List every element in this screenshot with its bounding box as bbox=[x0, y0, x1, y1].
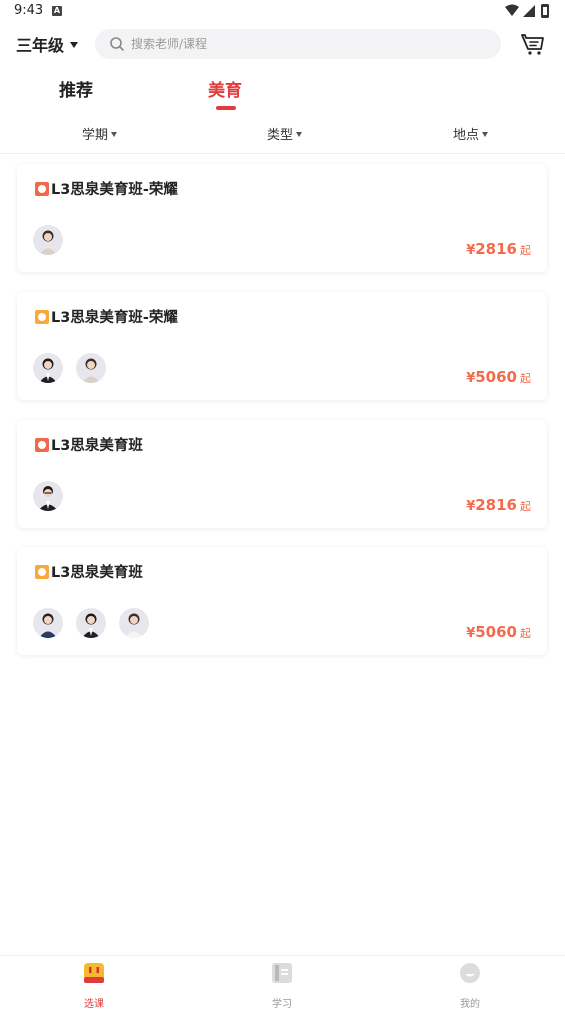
nav-study[interactable]: 学习 bbox=[252, 962, 312, 1010]
price-symbol: ¥ bbox=[466, 243, 476, 258]
study-icon bbox=[272, 963, 292, 983]
notification-icon: A bbox=[52, 6, 62, 16]
price-suffix: 起 bbox=[520, 372, 531, 385]
course-title: L3思泉美育班-荣耀 bbox=[35, 178, 178, 199]
caret-down-icon bbox=[111, 132, 118, 137]
top-bar: 三年级 bbox=[0, 26, 565, 62]
filter-location-label: 地点 bbox=[453, 128, 480, 143]
price-value: 5060 bbox=[475, 368, 517, 386]
price-suffix: 起 bbox=[520, 500, 531, 513]
filter-term-label: 学期 bbox=[82, 128, 109, 143]
teacher-avatars bbox=[33, 353, 119, 385]
price-suffix: 起 bbox=[520, 627, 531, 640]
teacher-avatar bbox=[33, 481, 63, 511]
filter-type-label: 类型 bbox=[267, 128, 294, 143]
class-badge-icon bbox=[35, 438, 49, 452]
course-price: ¥5060 起 bbox=[466, 367, 531, 386]
teacher-avatar bbox=[33, 225, 63, 255]
course-title: L3思泉美育班 bbox=[35, 434, 143, 455]
nav-label: 学习 bbox=[272, 999, 292, 1010]
filter-bar: 学期 类型 地点 bbox=[0, 118, 565, 148]
course-card[interactable]: L3思泉美育班 ¥2816 起 bbox=[17, 420, 547, 528]
class-badge-icon bbox=[35, 565, 49, 579]
teacher-avatars bbox=[33, 225, 76, 257]
cart-icon[interactable] bbox=[519, 30, 547, 58]
status-icons bbox=[505, 4, 549, 18]
grade-selector[interactable]: 三年级 bbox=[16, 32, 79, 56]
price-value: 2816 bbox=[475, 496, 517, 514]
divider bbox=[0, 153, 565, 154]
price-symbol: ¥ bbox=[466, 626, 476, 641]
tab-recommend[interactable]: 推荐 bbox=[59, 76, 93, 101]
status-bar: 9:43 A bbox=[0, 0, 565, 24]
filter-type[interactable]: 类型 bbox=[267, 124, 303, 143]
course-title-text: L3思泉美育班-荣耀 bbox=[51, 310, 178, 326]
category-tabs: 推荐 美育 bbox=[0, 70, 565, 114]
search-input[interactable] bbox=[131, 29, 471, 59]
course-price: ¥2816 起 bbox=[466, 495, 531, 514]
teacher-avatar bbox=[76, 608, 106, 638]
course-title-text: L3思泉美育班-荣耀 bbox=[51, 182, 178, 198]
filter-location[interactable]: 地点 bbox=[453, 124, 489, 143]
price-symbol: ¥ bbox=[466, 499, 476, 514]
search-bar[interactable] bbox=[95, 29, 501, 59]
course-title-text: L3思泉美育班 bbox=[51, 438, 143, 454]
signal-icon bbox=[523, 5, 535, 17]
price-value: 2816 bbox=[475, 240, 517, 258]
nav-label: 我的 bbox=[460, 999, 480, 1010]
teacher-avatar bbox=[33, 353, 63, 383]
price-suffix: 起 bbox=[520, 244, 531, 257]
nav-profile[interactable]: 我的 bbox=[440, 962, 500, 1010]
grade-label: 三年级 bbox=[16, 36, 65, 55]
status-time: 9:43 bbox=[14, 3, 44, 18]
course-title-text: L3思泉美育班 bbox=[51, 565, 143, 581]
teacher-avatars bbox=[33, 608, 162, 640]
price-value: 5060 bbox=[475, 623, 517, 641]
course-card[interactable]: L3思泉美育班 ¥5060 起 bbox=[17, 547, 547, 655]
nav-label: 选课 bbox=[84, 999, 104, 1010]
wifi-icon bbox=[505, 4, 519, 16]
course-card[interactable]: L3思泉美育班-荣耀 ¥2816 起 bbox=[17, 164, 547, 272]
caret-down-icon bbox=[482, 132, 489, 137]
teacher-avatar bbox=[33, 608, 63, 638]
search-icon bbox=[110, 37, 124, 51]
class-badge-icon bbox=[35, 182, 49, 196]
teacher-avatars bbox=[33, 481, 76, 513]
caret-down-icon bbox=[296, 132, 303, 137]
active-tab-indicator bbox=[216, 106, 236, 110]
caret-down-icon bbox=[70, 41, 79, 48]
teacher-avatar bbox=[76, 353, 106, 383]
course-title: L3思泉美育班-荣耀 bbox=[35, 306, 178, 327]
course-card[interactable]: L3思泉美育班-荣耀 ¥5060 起 bbox=[17, 292, 547, 400]
course-price: ¥5060 起 bbox=[466, 622, 531, 641]
course-price: ¥2816 起 bbox=[466, 239, 531, 258]
tab-aesthetic-education[interactable]: 美育 bbox=[208, 76, 242, 101]
bottom-nav: 选课 学习 我的 bbox=[0, 955, 565, 1010]
course-select-icon bbox=[84, 963, 104, 983]
class-badge-icon bbox=[35, 310, 49, 324]
course-title: L3思泉美育班 bbox=[35, 561, 143, 582]
price-symbol: ¥ bbox=[466, 371, 476, 386]
filter-term[interactable]: 学期 bbox=[82, 124, 118, 143]
teacher-avatar bbox=[119, 608, 149, 638]
profile-icon bbox=[460, 963, 480, 983]
nav-course-select[interactable]: 选课 bbox=[64, 962, 124, 1010]
